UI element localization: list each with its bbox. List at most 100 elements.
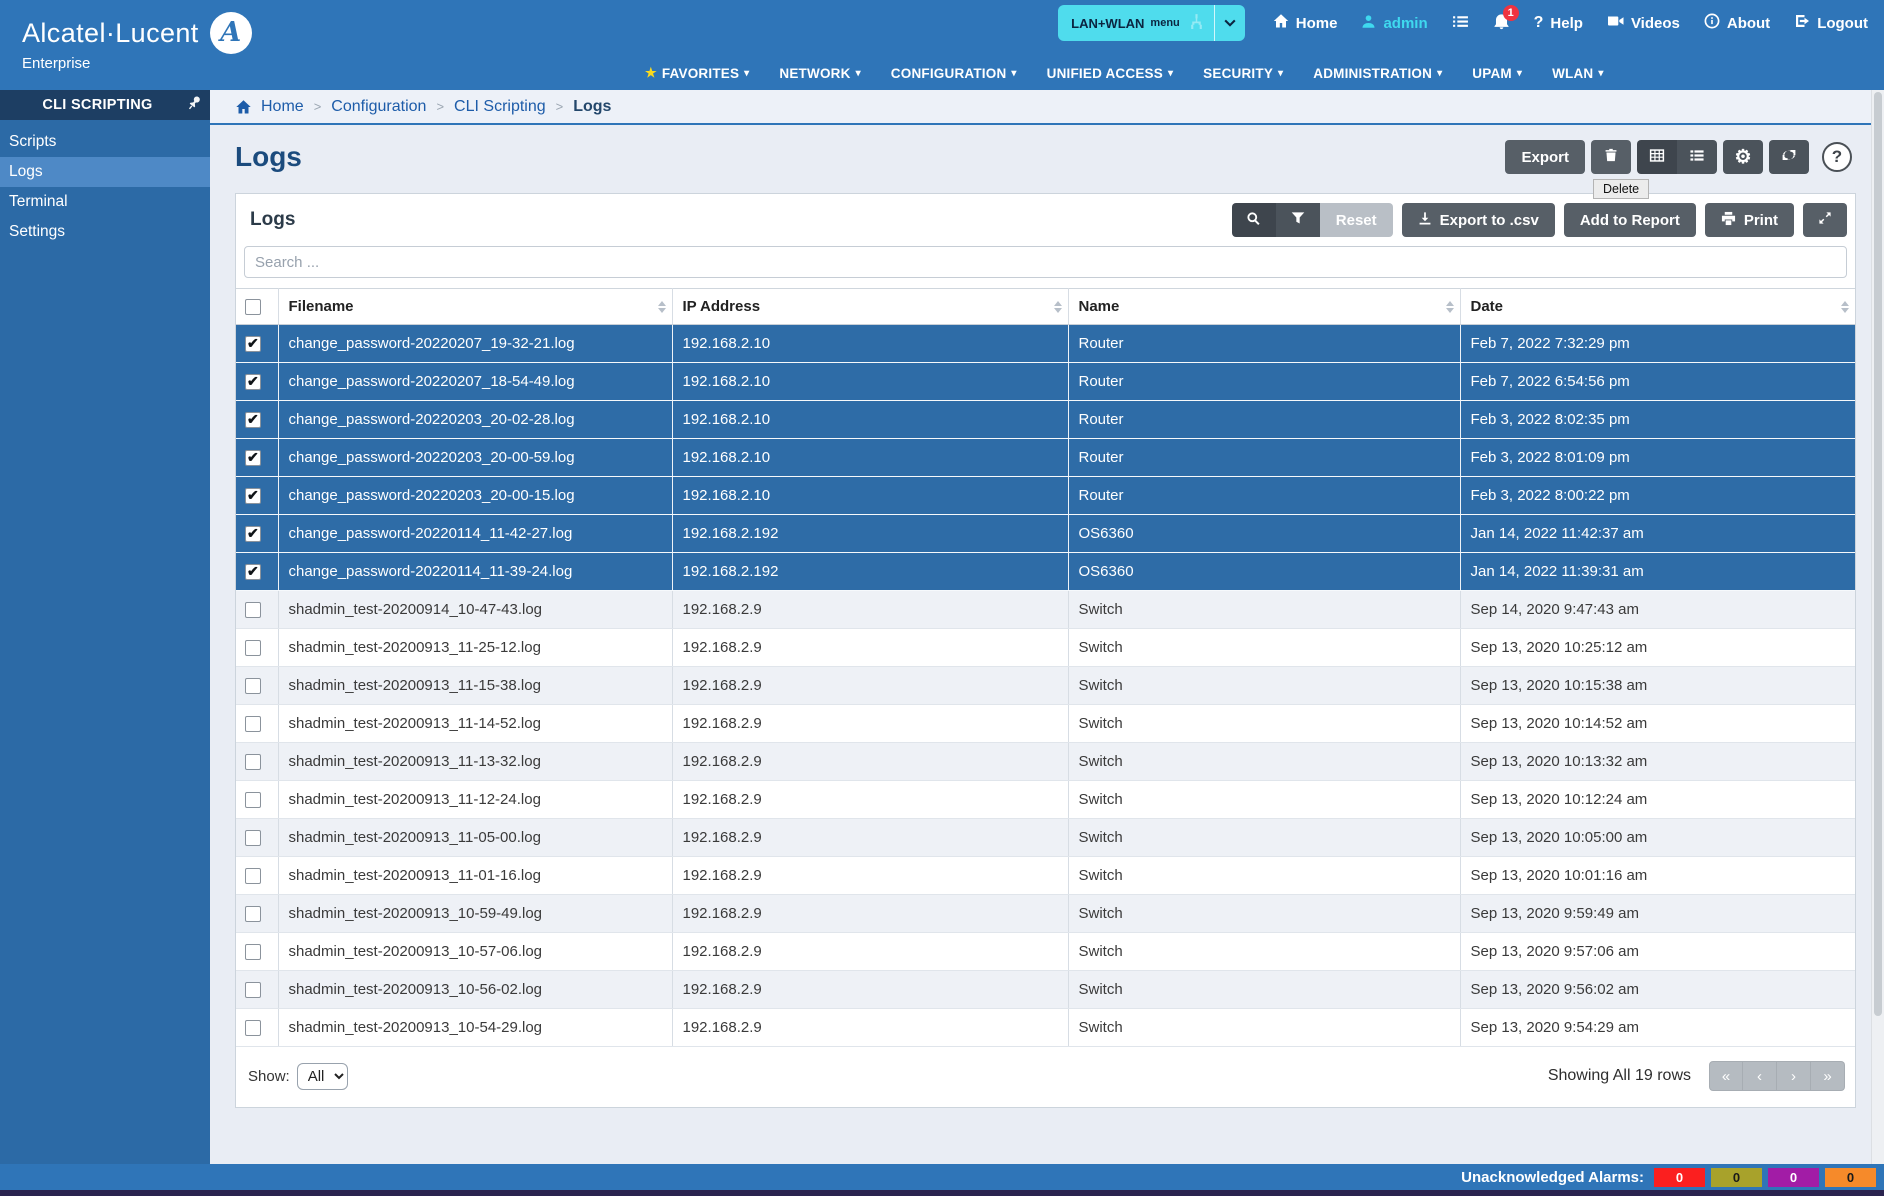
- table-row[interactable]: shadmin_test-20200913_11-12-24.log 192.1…: [236, 780, 1855, 819]
- nav-item-upam[interactable]: UPAM ▾: [1472, 66, 1522, 81]
- pager-last[interactable]: »: [1811, 1061, 1845, 1091]
- row-checkbox[interactable]: [245, 678, 261, 695]
- column-header-date[interactable]: Date: [1460, 288, 1855, 325]
- pager-next[interactable]: ›: [1777, 1061, 1811, 1091]
- videos-link[interactable]: Videos: [1607, 14, 1680, 32]
- row-checkbox[interactable]: [245, 982, 261, 999]
- settings-button[interactable]: ⚙: [1723, 140, 1763, 174]
- sidebar-item-scripts[interactable]: Scripts: [0, 127, 210, 157]
- add-to-report-button[interactable]: Add to Report: [1563, 203, 1696, 237]
- help-button[interactable]: ?: [1822, 142, 1852, 172]
- nav-item-network[interactable]: NETWORK ▾: [779, 66, 860, 81]
- nav-item-wlan[interactable]: WLAN ▾: [1552, 66, 1604, 81]
- brand-logo[interactable]: Alcatel·Lucent A Enterprise: [22, 12, 252, 72]
- table-row[interactable]: shadmin_test-20200913_10-56-02.log 192.1…: [236, 970, 1855, 1009]
- alarm-badge-4[interactable]: 0: [1825, 1167, 1876, 1187]
- sidebar-item-logs[interactable]: Logs: [0, 157, 210, 187]
- breadcrumb-home-icon[interactable]: [235, 99, 252, 115]
- table-row[interactable]: shadmin_test-20200914_10-47-43.log 192.1…: [236, 590, 1855, 629]
- row-checkbox[interactable]: [245, 335, 261, 353]
- nav-item-configuration[interactable]: CONFIGURATION ▾: [891, 66, 1017, 81]
- show-select[interactable]: All: [296, 1062, 348, 1090]
- alarm-badge-2[interactable]: 0: [1711, 1167, 1762, 1187]
- row-checkbox[interactable]: [245, 868, 261, 885]
- table-row[interactable]: shadmin_test-20200913_11-15-38.log 192.1…: [236, 666, 1855, 705]
- table-row[interactable]: shadmin_test-20200913_11-14-52.log 192.1…: [236, 704, 1855, 743]
- table-row[interactable]: shadmin_test-20200913_11-01-16.log 192.1…: [236, 856, 1855, 895]
- about-link[interactable]: About: [1704, 13, 1770, 33]
- list-view-button[interactable]: [1677, 140, 1717, 174]
- sidebar-item-settings[interactable]: Settings: [0, 217, 210, 247]
- export-button[interactable]: Export: [1505, 140, 1585, 174]
- row-checkbox[interactable]: [245, 487, 261, 505]
- breadcrumb-link-home[interactable]: Home: [261, 98, 304, 116]
- filter-button[interactable]: [1275, 203, 1320, 237]
- logout-link[interactable]: Logout: [1794, 13, 1868, 33]
- table-row[interactable]: change_password-20220114_11-39-24.log 19…: [236, 552, 1855, 591]
- row-checkbox[interactable]: [245, 602, 261, 619]
- breadcrumb-link-configuration[interactable]: Configuration: [331, 98, 426, 116]
- row-checkbox[interactable]: [245, 754, 261, 771]
- row-checkbox[interactable]: [245, 792, 261, 809]
- table-row[interactable]: shadmin_test-20200913_11-25-12.log 192.1…: [236, 628, 1855, 667]
- nav-item-security[interactable]: SECURITY ▾: [1203, 66, 1283, 81]
- sidebar-item-terminal[interactable]: Terminal: [0, 187, 210, 217]
- row-checkbox[interactable]: [245, 449, 261, 467]
- delete-button[interactable]: [1591, 140, 1631, 174]
- table-row[interactable]: change_password-20220203_20-02-28.log 19…: [236, 400, 1855, 439]
- breadcrumb-link-cli-scripting[interactable]: CLI Scripting: [454, 98, 546, 116]
- task-list-button[interactable]: [1452, 13, 1469, 34]
- expand-button[interactable]: [1803, 203, 1847, 237]
- row-checkbox[interactable]: [245, 906, 261, 923]
- utility-bar: LAN+WLAN menu Home admin 1 ? Help Videos…: [1058, 4, 1868, 42]
- row-checkbox[interactable]: [245, 1020, 261, 1037]
- row-checkbox[interactable]: [245, 640, 261, 657]
- cell-date: Sep 14, 2020 9:47:43 am: [1460, 590, 1855, 629]
- help-link[interactable]: ? Help: [1534, 14, 1583, 32]
- column-header-filename[interactable]: Filename: [278, 288, 673, 325]
- select-all-checkbox[interactable]: [245, 299, 261, 316]
- table-row[interactable]: shadmin_test-20200913_10-59-49.log 192.1…: [236, 894, 1855, 933]
- nav-item-administration[interactable]: ADMINISTRATION ▾: [1313, 66, 1442, 81]
- alarm-badge-3[interactable]: 0: [1768, 1167, 1819, 1187]
- table-row[interactable]: change_password-20220207_18-54-49.log 19…: [236, 362, 1855, 401]
- nav-item-favorites[interactable]: ★ FAVORITES ▾: [645, 65, 749, 81]
- scrollbar[interactable]: [1871, 90, 1884, 1164]
- table-row[interactable]: shadmin_test-20200913_11-05-00.log 192.1…: [236, 818, 1855, 857]
- row-checkbox[interactable]: [245, 716, 261, 733]
- scrollbar-thumb[interactable]: [1874, 92, 1882, 1016]
- row-checkbox[interactable]: [245, 563, 261, 581]
- table-row[interactable]: change_password-20220203_20-00-59.log 19…: [236, 438, 1855, 477]
- row-checkbox[interactable]: [245, 525, 261, 543]
- row-checkbox[interactable]: [245, 411, 261, 429]
- table-row[interactable]: shadmin_test-20200913_11-13-32.log 192.1…: [236, 742, 1855, 781]
- table-row[interactable]: shadmin_test-20200913_10-54-29.log 192.1…: [236, 1008, 1855, 1047]
- column-header-name[interactable]: Name: [1068, 288, 1461, 325]
- row-checkbox[interactable]: [245, 830, 261, 847]
- table-row[interactable]: change_password-20220114_11-42-27.log 19…: [236, 514, 1855, 553]
- row-checkbox[interactable]: [245, 373, 261, 391]
- pager-first[interactable]: «: [1709, 1061, 1743, 1091]
- search-toggle-button[interactable]: [1231, 203, 1276, 237]
- reset-button[interactable]: Reset: [1319, 203, 1393, 237]
- cell-date: Sep 13, 2020 10:15:38 am: [1460, 666, 1855, 705]
- export-csv-button[interactable]: Export to .csv: [1401, 203, 1555, 237]
- table-row[interactable]: change_password-20220207_19-32-21.log 19…: [236, 324, 1855, 363]
- row-checkbox-cell: [236, 628, 279, 667]
- table-row[interactable]: change_password-20220203_20-00-15.log 19…: [236, 476, 1855, 515]
- lan-wlan-menu-button[interactable]: LAN+WLAN menu: [1058, 5, 1245, 41]
- pager-prev[interactable]: ‹: [1743, 1061, 1777, 1091]
- alarm-badge-1[interactable]: 0: [1654, 1167, 1705, 1187]
- notifications-button[interactable]: 1: [1493, 5, 1519, 34]
- column-header-ip-address[interactable]: IP Address: [672, 288, 1069, 325]
- table-row[interactable]: shadmin_test-20200913_10-57-06.log 192.1…: [236, 932, 1855, 971]
- print-button[interactable]: Print: [1704, 203, 1794, 237]
- home-link[interactable]: Home: [1273, 13, 1337, 33]
- admin-user-link[interactable]: admin: [1361, 14, 1428, 33]
- nav-item-unified-access[interactable]: UNIFIED ACCESS ▾: [1047, 66, 1174, 81]
- search-input[interactable]: [244, 246, 1847, 278]
- row-checkbox[interactable]: [245, 944, 261, 961]
- rows-summary: Showing All 19 rows: [1547, 1067, 1691, 1084]
- grid-view-button[interactable]: [1637, 140, 1677, 174]
- refresh-button[interactable]: [1769, 140, 1809, 174]
